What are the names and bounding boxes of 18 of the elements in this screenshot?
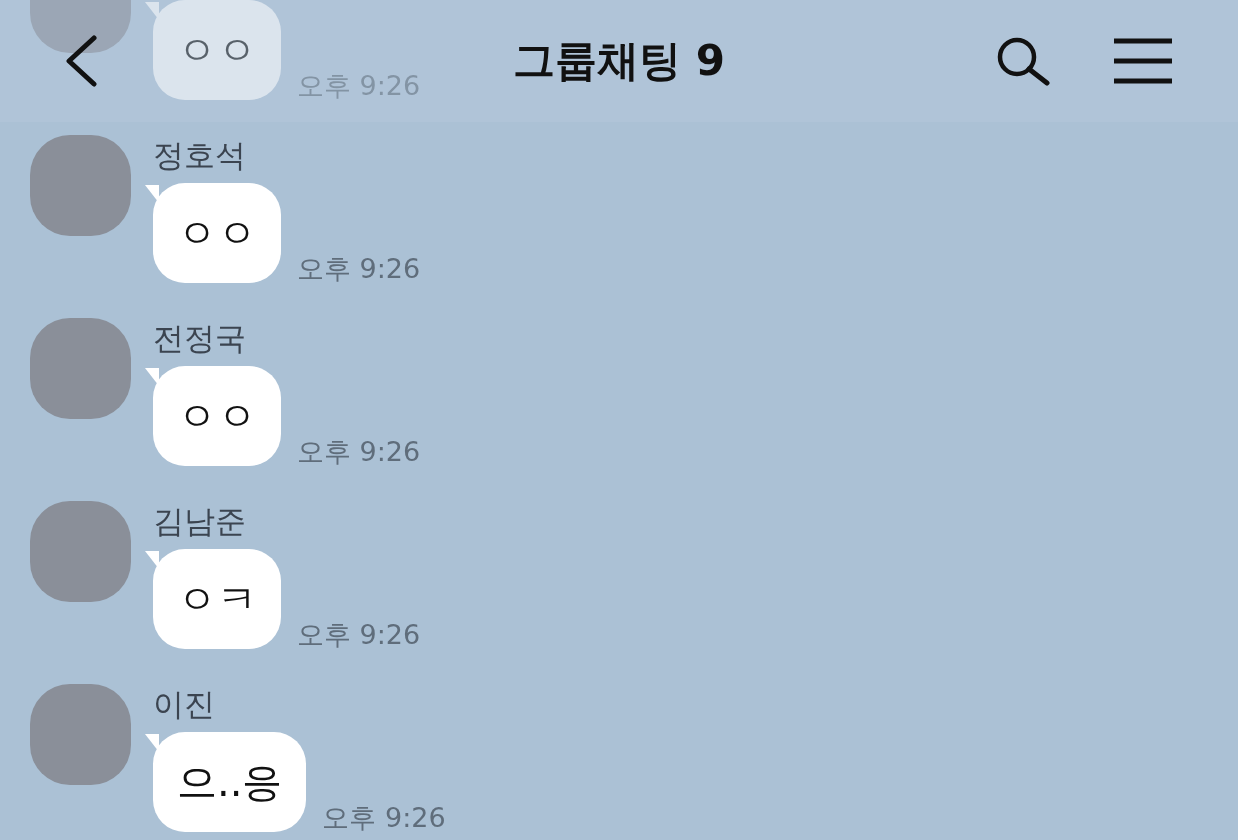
message-time: 오후 9:26 bbox=[297, 252, 421, 286]
sender-name: 이진 bbox=[153, 685, 216, 724]
message-bubble: 으..응 bbox=[153, 732, 307, 832]
menu-icon[interactable] bbox=[1112, 37, 1174, 85]
message-bubble: ㅇㅇ bbox=[153, 183, 281, 283]
message-time: 오후 9:26 bbox=[297, 618, 421, 652]
avatar-photo-placeholder[interactable] bbox=[30, 0, 131, 53]
message-bubble: ㅇㅋ bbox=[153, 549, 281, 649]
search-icon[interactable] bbox=[996, 36, 1050, 86]
sender-name: 김남준 bbox=[153, 502, 247, 541]
message-time: 오후 9:26 bbox=[297, 435, 421, 469]
back-icon[interactable] bbox=[64, 35, 98, 87]
message-time: 오후 9:26 bbox=[322, 801, 446, 835]
sender-name: 정호석 bbox=[153, 136, 247, 175]
message-bubble: ㅇㅇ bbox=[153, 366, 281, 466]
sender-name: 전정국 bbox=[153, 319, 247, 358]
message-bubble: ㅇㅇ bbox=[153, 0, 281, 100]
chat-title: 그룹채팅 9 bbox=[512, 35, 726, 87]
